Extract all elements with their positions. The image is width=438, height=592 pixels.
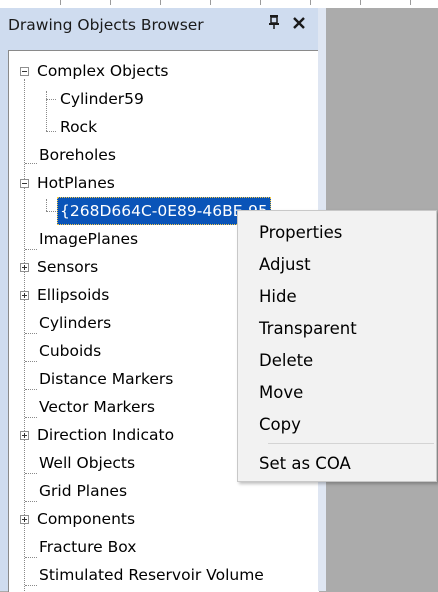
tree-node-imageplanes[interactable]: ImagePlanes — [36, 225, 141, 253]
expand-icon[interactable] — [20, 291, 29, 300]
tree-node-label: Sensors — [37, 258, 99, 276]
tree-connector — [46, 99, 56, 100]
tree-node-rock[interactable]: Rock — [57, 113, 100, 141]
menu-item-hide[interactable]: Hide — [239, 281, 435, 313]
ruler-tick — [110, 0, 111, 5]
tree-node-label: ImagePlanes — [39, 230, 139, 248]
tree-node-label: Cylinders — [39, 314, 112, 332]
ruler-tick — [210, 0, 211, 5]
tree-node-label: Components — [37, 510, 136, 528]
tree-node-stimulated-reservoir-volume[interactable]: Stimulated Reservoir Volume — [36, 561, 267, 589]
tree-node-well-objects[interactable]: Well Objects — [36, 449, 138, 477]
tree-node-label: Stimulated Reservoir Volume — [39, 566, 264, 584]
tree-node-cylinder59[interactable]: Cylinder59 — [57, 85, 147, 113]
menu-separator — [268, 443, 434, 444]
ruler-tick — [360, 0, 361, 5]
menu-item-adjust[interactable]: Adjust — [239, 249, 435, 281]
close-icon-graphic — [293, 17, 305, 29]
menu-item-set-as-coa[interactable]: Set as COA — [239, 448, 435, 480]
tree-node-cylinders[interactable]: Cylinders — [36, 309, 114, 337]
tree-node-label: Rock — [60, 118, 98, 136]
tree-node-label: Complex Objects — [37, 62, 169, 80]
tree-node-label: Well Objects — [39, 454, 136, 472]
close-icon[interactable] — [290, 14, 308, 36]
tree-node-ellipsoids[interactable]: Ellipsoids — [34, 281, 112, 309]
tree-node-label: Ellipsoids — [37, 286, 110, 304]
ruler-tick — [310, 0, 311, 5]
tree-node-direction-indicators[interactable]: Direction Indicato — [34, 421, 177, 449]
tree-node-label: Cylinder59 — [60, 90, 144, 108]
pin-icon[interactable] — [265, 14, 283, 36]
tree-node-hotplanes[interactable]: HotPlanes — [34, 169, 118, 197]
tree-node-boreholes[interactable]: Boreholes — [36, 141, 119, 169]
tree-node-complex-objects[interactable]: Complex Objects — [34, 57, 171, 85]
collapse-icon[interactable] — [20, 67, 29, 76]
expand-icon[interactable] — [20, 263, 29, 272]
menu-item-properties[interactable]: Properties — [239, 217, 435, 249]
context-menu: Properties Adjust Hide Transparent Delet… — [237, 210, 437, 482]
ruler-tick — [60, 0, 61, 5]
ruler-tick — [410, 0, 411, 5]
tree-node-fracture-box[interactable]: Fracture Box — [36, 533, 139, 561]
tree-node-distance-markers[interactable]: Distance Markers — [36, 365, 176, 393]
tree-node-cuboids[interactable]: Cuboids — [36, 337, 104, 365]
ruler-tick — [160, 0, 161, 5]
tree-node-grid-planes[interactable]: Grid Planes — [36, 477, 130, 505]
tree-node-label: Distance Markers — [39, 370, 174, 388]
menu-item-delete[interactable]: Delete — [239, 345, 435, 377]
tree-node-label: Fracture Box — [39, 538, 137, 556]
expand-icon[interactable] — [20, 515, 29, 524]
panel-header: Drawing Objects Browser — [0, 8, 318, 44]
menu-item-transparent[interactable]: Transparent — [239, 313, 435, 345]
tree-connector — [46, 199, 47, 211]
tree-node-sensors[interactable]: Sensors — [34, 253, 101, 281]
tree-connector — [46, 131, 56, 132]
menu-item-move[interactable]: Move — [239, 377, 435, 409]
menu-item-copy[interactable]: Copy — [239, 409, 435, 441]
tree-node-vector-markers[interactable]: Vector Markers — [36, 393, 158, 421]
ruler-tick — [260, 0, 261, 5]
pin-icon-graphic — [269, 15, 279, 29]
tree-connector — [46, 91, 47, 131]
panel-title: Drawing Objects Browser — [8, 16, 204, 34]
tree-node-label: Boreholes — [39, 146, 116, 164]
tree-node-label: Grid Planes — [39, 482, 128, 500]
tree-node-label: Cuboids — [39, 342, 102, 360]
tree-node-components[interactable]: Components — [34, 505, 138, 533]
tree-node-label: HotPlanes — [37, 174, 115, 192]
top-ruler — [0, 0, 438, 8]
expand-icon[interactable] — [20, 431, 29, 440]
tree-node-label: Vector Markers — [39, 398, 155, 416]
tree-node-label: Direction Indicato — [37, 426, 175, 444]
collapse-icon[interactable] — [20, 179, 29, 188]
